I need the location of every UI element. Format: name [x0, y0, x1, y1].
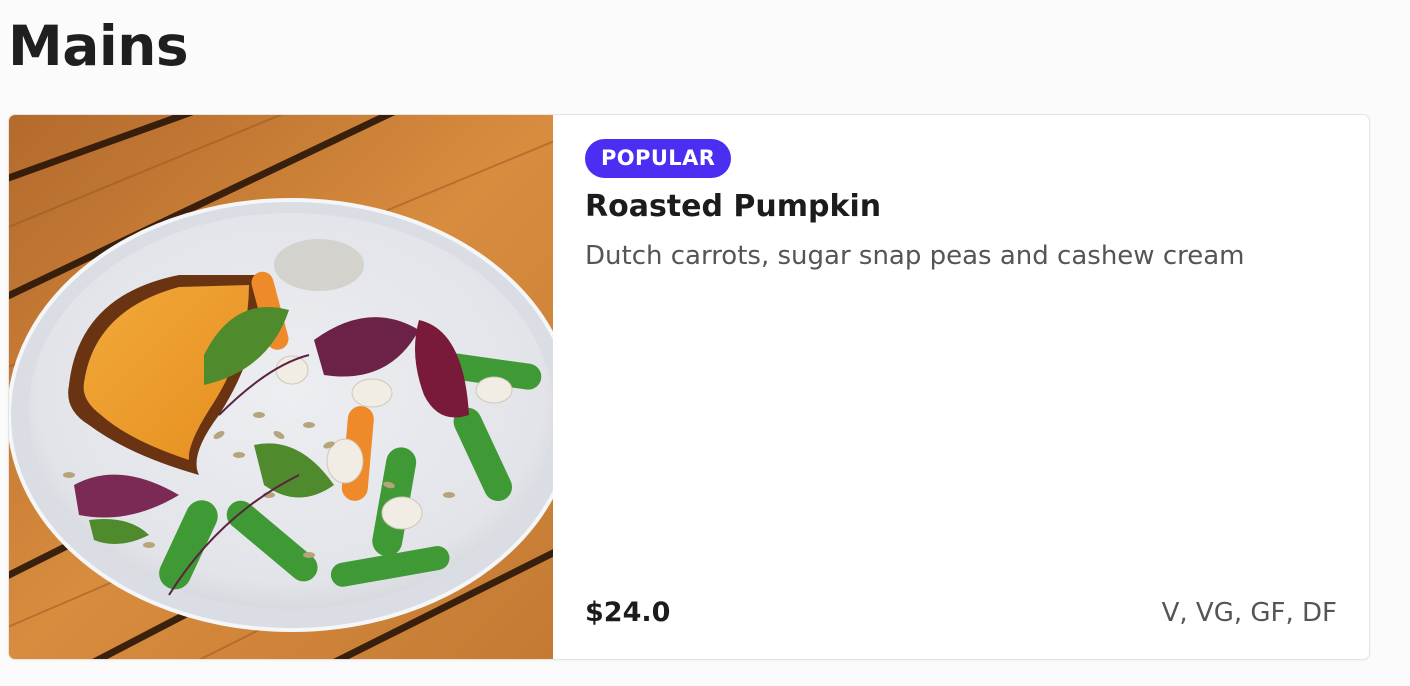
section-title: Mains [8, 14, 189, 78]
menu-item-info: POPULAR Roasted Pumpkin Dutch carrots, s… [553, 115, 1369, 659]
menu-page: Mains POPULAR Roasted Pumpkin Dutch carr… [0, 0, 1410, 686]
item-name: Roasted Pumpkin [585, 189, 882, 224]
dish-photo [9, 115, 553, 659]
dietary-tags: V, VG, GF, DF [1161, 598, 1337, 628]
item-description: Dutch carrots, sugar snap peas and cashe… [585, 241, 1245, 271]
popular-badge: POPULAR [585, 139, 732, 178]
item-price: $24.0 [585, 597, 671, 628]
menu-item-card[interactable]: POPULAR Roasted Pumpkin Dutch carrots, s… [8, 114, 1370, 660]
